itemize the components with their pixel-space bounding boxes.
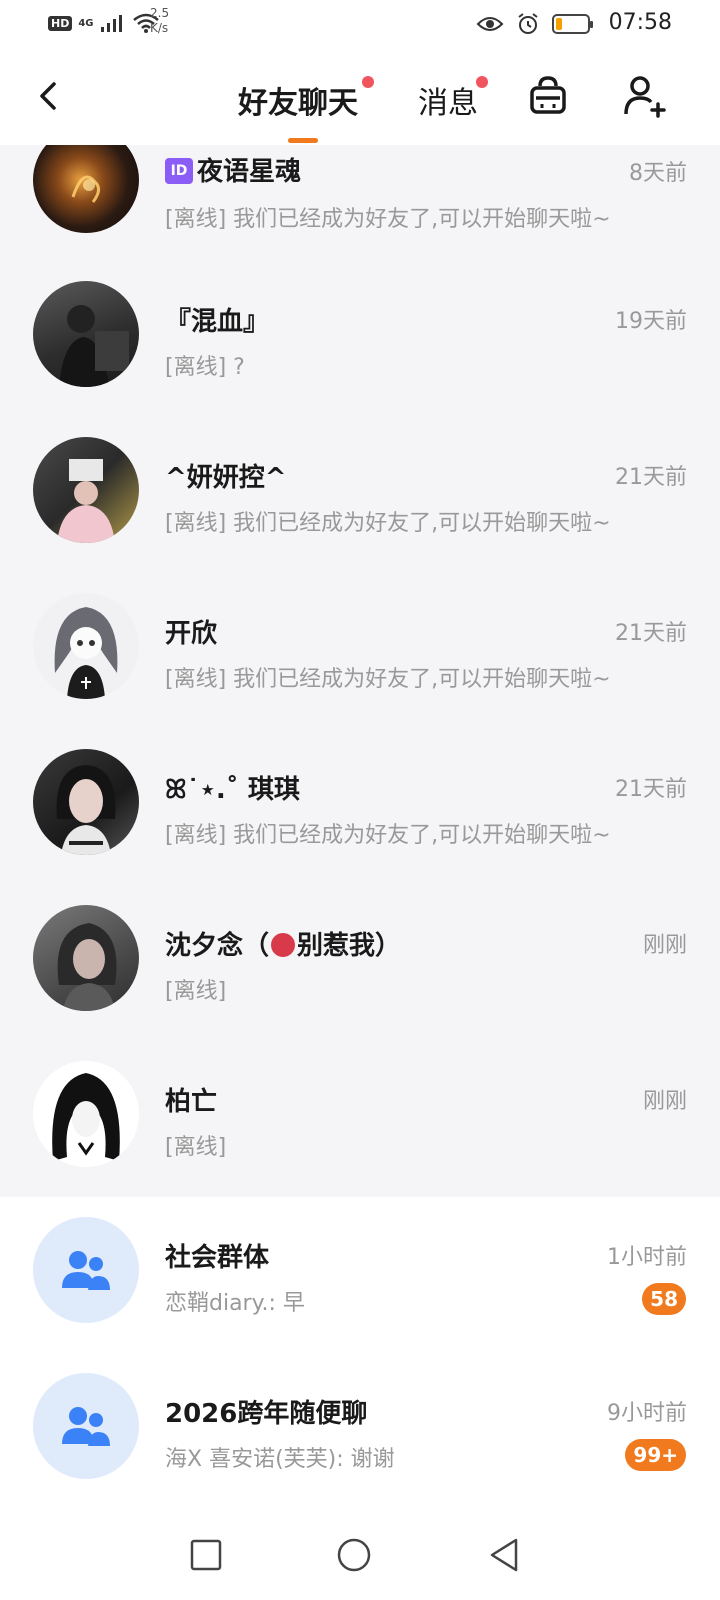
contact-name: ꕤ˙⋆.˚ 琪琪 xyxy=(165,775,300,805)
battery-icon xyxy=(552,14,593,34)
message-time: 19天前 xyxy=(615,309,687,334)
speed-value: 2.5 xyxy=(150,6,170,20)
message-preview: [离线] xyxy=(165,979,227,1004)
angry-face-icon xyxy=(271,932,296,957)
message-preview: 海X 喜安诺(芙芙): 谢谢 xyxy=(165,1447,395,1472)
back-icon[interactable] xyxy=(30,76,70,116)
shop-bag-icon[interactable] xyxy=(524,72,572,120)
message-time: 21天前 xyxy=(615,465,687,490)
avatar[interactable] xyxy=(33,281,139,387)
message-time: 21天前 xyxy=(615,777,687,802)
message-time: 9小时前 xyxy=(607,1401,687,1426)
network-speed: 2.5 K/s xyxy=(150,6,169,36)
contact-name: ^妍妍控^ xyxy=(165,463,287,493)
contact-name: ID 夜语星魂 xyxy=(165,151,301,188)
recents-square-icon[interactable] xyxy=(186,1535,226,1575)
contact-name: 沈夕念（ 别惹我） xyxy=(165,925,401,962)
message-preview: [离线] ? xyxy=(165,355,245,380)
chat-row[interactable]: ^妍妍控^ 21天前 [离线] 我们已经成为好友了,可以开始聊天啦~ xyxy=(0,417,720,573)
signal-icon xyxy=(100,15,122,32)
group-users-icon xyxy=(62,1407,110,1446)
avatar[interactable] xyxy=(33,145,139,233)
eye-icon xyxy=(476,17,504,31)
alarm-icon xyxy=(518,13,538,34)
message-time: 刚刚 xyxy=(642,1089,687,1114)
message-preview: [离线] 我们已经成为好友了,可以开始聊天啦~ xyxy=(165,207,611,232)
header: 好友聊天 消息 xyxy=(0,50,720,145)
avatar[interactable] xyxy=(33,1061,139,1167)
status-right xyxy=(476,12,593,36)
group-chat-row[interactable]: 2026跨年随便聊 9小时前 海X 喜安诺(芙芙): 谢谢 99+ xyxy=(0,1353,720,1509)
avatar[interactable] xyxy=(33,437,139,543)
status-bar: HD 4G 2.5 K/s 07:58 xyxy=(0,0,720,50)
id-icon: ID xyxy=(165,157,193,184)
message-preview: [离线] xyxy=(165,1135,227,1160)
tab-friend-chat-dot xyxy=(362,76,374,88)
message-preview: 恋鞘diary.: 早 xyxy=(165,1291,305,1316)
group-chat-row[interactable]: 社会群体 1小时前 恋鞘diary.: 早 58 xyxy=(0,1197,720,1353)
battery-level xyxy=(556,18,562,30)
message-time: 刚刚 xyxy=(642,933,687,958)
chat-row[interactable]: 开欣 21天前 [离线] 我们已经成为好友了,可以开始聊天啦~ xyxy=(0,573,720,729)
group-users-icon xyxy=(62,1251,110,1290)
message-time: 1小时前 xyxy=(607,1245,687,1270)
contact-name: 柏亡 xyxy=(165,1087,218,1117)
home-circle-icon[interactable] xyxy=(334,1535,374,1575)
tab-friend-chat[interactable]: 好友聊天 xyxy=(238,78,358,122)
tab-messages-dot xyxy=(476,76,488,88)
tab-active-indicator xyxy=(288,138,318,143)
unread-badge: 99+ xyxy=(625,1439,686,1471)
unread-badge: 58 xyxy=(642,1283,686,1315)
status-left: HD 4G xyxy=(48,12,160,34)
chat-row[interactable]: 沈夕念（ 别惹我） 刚刚 [离线] xyxy=(0,885,720,1041)
message-preview: [离线] 我们已经成为好友了,可以开始聊天啦~ xyxy=(165,511,611,536)
group-avatar[interactable] xyxy=(33,1217,139,1323)
contact-name: 『混血』 xyxy=(165,307,270,337)
group-name: 2026跨年随便聊 xyxy=(165,1399,368,1429)
system-nav-bar xyxy=(0,1515,720,1600)
avatar[interactable] xyxy=(33,749,139,855)
chat-row[interactable]: ꕤ˙⋆.˚ 琪琪 21天前 [离线] 我们已经成为好友了,可以开始聊天啦~ xyxy=(0,729,720,885)
back-triangle-icon[interactable] xyxy=(484,1535,524,1575)
chat-row[interactable]: 『混血』 19天前 [离线] ? xyxy=(0,261,720,417)
message-preview: [离线] 我们已经成为好友了,可以开始聊天啦~ xyxy=(165,823,611,848)
chat-list[interactable]: ID 夜语星魂 8天前 [离线] 我们已经成为好友了,可以开始聊天啦~ 『混血』 … xyxy=(0,145,720,1515)
contact-name-part: 沈夕念（ xyxy=(165,931,270,961)
group-name: 社会群体 xyxy=(165,1243,270,1273)
chat-row[interactable]: ID 夜语星魂 8天前 [离线] 我们已经成为好友了,可以开始聊天啦~ xyxy=(0,145,720,261)
speed-unit: K/s xyxy=(150,21,169,35)
contact-name-text: 夜语星魂 xyxy=(197,157,302,187)
network-type: 4G xyxy=(78,17,94,29)
tab-messages[interactable]: 消息 xyxy=(418,78,478,122)
avatar[interactable] xyxy=(33,905,139,1011)
hd-icon: HD xyxy=(48,15,73,31)
chat-row[interactable]: 柏亡 刚刚 [离线] xyxy=(0,1041,720,1197)
message-time: 21天前 xyxy=(615,621,687,646)
contact-name: 开欣 xyxy=(165,619,218,649)
message-preview: [离线] 我们已经成为好友了,可以开始聊天啦~ xyxy=(165,667,611,692)
contact-name-part: 别惹我） xyxy=(297,931,402,961)
group-avatar[interactable] xyxy=(33,1373,139,1479)
message-time: 8天前 xyxy=(629,161,687,186)
clock: 07:58 xyxy=(608,10,672,35)
add-friend-icon[interactable] xyxy=(620,72,668,120)
avatar[interactable] xyxy=(33,593,139,699)
